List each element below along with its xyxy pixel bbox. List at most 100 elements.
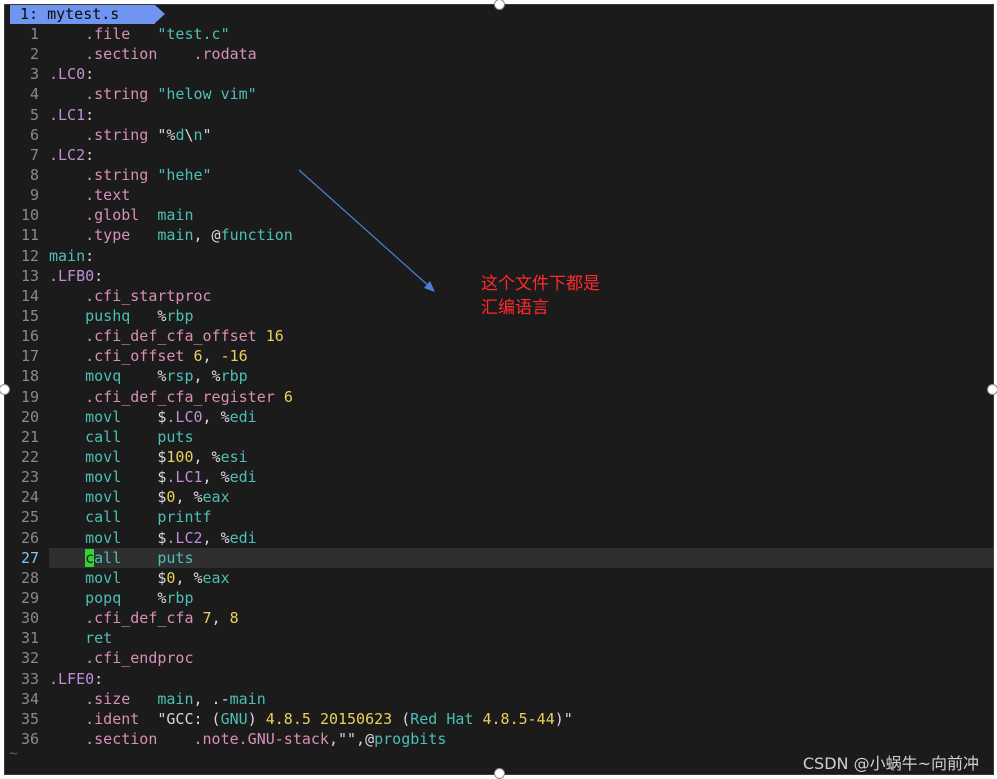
line-code: call printf [49, 507, 211, 527]
code-line-22[interactable]: 22 movl $100, %esi [5, 447, 993, 467]
code-line-3[interactable]: 3 .LC0: [5, 64, 993, 84]
code-line-24[interactable]: 24 movl $0, %eax [5, 487, 993, 507]
code-token: movl [85, 407, 122, 426]
code-line-25[interactable]: 25 call printf [5, 507, 993, 527]
code-token: .LFE0 [49, 669, 95, 688]
code-token: edi [229, 407, 257, 426]
code-token: esi [220, 447, 248, 466]
line-number: 18 [20, 367, 39, 386]
resize-handle-right[interactable] [987, 384, 997, 395]
line-number: 21 [20, 427, 39, 446]
line-number: 23 [20, 468, 39, 487]
code-token: 16 [265, 327, 284, 346]
code-token: , % [202, 407, 230, 426]
tab-mytest-s[interactable]: 1: mytest.s [10, 5, 165, 24]
code-line-16[interactable]: 16 .cfi_def_cfa_offset 16 [5, 326, 993, 346]
line-code: movl $100, %esi [49, 447, 248, 467]
code-line-29[interactable]: 29 popq %rbp [5, 588, 993, 608]
line-code: popq %rbp [49, 588, 193, 608]
line-number: 11 [20, 226, 39, 245]
code-line-30[interactable]: 30 .cfi_def_cfa 7, 8 [5, 608, 993, 628]
code-line-18[interactable]: 18 movq %rsp, %rbp [5, 366, 993, 386]
code-token: movl [85, 447, 122, 466]
editor-buffer[interactable]: 1 .file "test.c" 2 .section .rodata 3 .LC0:… [5, 24, 993, 749]
code-line-7[interactable]: 7 .LC2: [5, 145, 993, 165]
code-line-8[interactable]: 8 .string "hehe" [5, 165, 993, 185]
code-token: eax [202, 488, 230, 507]
code-token: movq [85, 367, 122, 386]
code-token: movl [85, 468, 122, 487]
code-token: "helow vim" [157, 85, 257, 104]
line-number: 6 [29, 125, 39, 144]
code-line-33[interactable]: 33 .LFE0: [5, 669, 993, 689]
code-line-35[interactable]: 35 .ident "GCC: (GNU) 4.8.5 20150623 (Re… [5, 709, 993, 729]
resize-handle-bottom[interactable] [494, 768, 505, 779]
code-token: all [94, 548, 122, 567]
line-number: 19 [20, 387, 39, 406]
line-code: .string "hehe" [49, 165, 211, 185]
code-token: main [49, 246, 86, 265]
line-code: .text [49, 185, 130, 205]
code-token: " [202, 125, 212, 144]
line-number: 4 [29, 85, 39, 104]
code-line-6[interactable]: 6 .string "%d\n" [5, 125, 993, 145]
code-token: : [94, 266, 104, 285]
line-code: .string "%d\n" [49, 125, 212, 145]
code-line-36[interactable]: 36 .section .note.GNU-stack,"",@progbits [5, 729, 993, 749]
code-line-10[interactable]: 10 .globl main [5, 205, 993, 225]
code-line-20[interactable]: 20 movl $.LC0, %edi [5, 407, 993, 427]
code-line-28[interactable]: 28 movl $0, %eax [5, 568, 993, 588]
code-line-2[interactable]: 2 .section .rodata [5, 44, 993, 64]
code-token: progbits [374, 729, 447, 748]
code-line-1[interactable]: 1 .file "test.c" [5, 24, 993, 44]
line-number: 26 [20, 528, 39, 547]
code-line-31[interactable]: 31 ret [5, 628, 993, 648]
annotation-arrow-line [298, 169, 432, 289]
code-line-11[interactable]: 11 .type main, @function [5, 225, 993, 245]
code-line-5[interactable]: 5 .LC1: [5, 105, 993, 125]
code-token: % [130, 306, 167, 325]
line-number: 22 [20, 447, 39, 466]
code-line-23[interactable]: 23 movl $.LC1, %edi [5, 467, 993, 487]
code-token: .section [85, 45, 158, 64]
code-token: , @ [193, 226, 221, 245]
line-number: 5 [29, 105, 39, 124]
code-token: call [85, 508, 122, 527]
code-line-32[interactable]: 32 .cfi_endproc [5, 648, 993, 668]
code-line-4[interactable]: 4 .string "helow vim" [5, 84, 993, 104]
code-line-9[interactable]: 9 .text [5, 185, 993, 205]
code-line-17[interactable]: 17 .cfi_offset 6, -16 [5, 346, 993, 366]
line-number: 31 [20, 629, 39, 648]
code-token: "% [148, 125, 176, 144]
code-token: .cfi_endproc [85, 649, 194, 668]
code-token: : [85, 105, 95, 124]
code-token: 4.8.5 [265, 709, 311, 728]
line-code: call puts [49, 427, 193, 447]
code-line-27[interactable]: 27 call puts [5, 547, 993, 568]
code-token: , % [193, 367, 221, 386]
code-token: % [121, 367, 167, 386]
code-token: : [85, 246, 95, 265]
code-token: 100 [166, 447, 194, 466]
line-code: .file "test.c" [49, 24, 230, 44]
code-line-26[interactable]: 26 movl $.LC2, %edi [5, 528, 993, 548]
code-token: popq [85, 588, 122, 607]
line-code: call puts [49, 548, 194, 568]
code-line-21[interactable]: 21 call puts [5, 427, 993, 447]
code-token: $ [121, 528, 167, 547]
code-line-19[interactable]: 19 .cfi_def_cfa_register 6 [5, 387, 993, 407]
code-token: .LC2 [49, 145, 86, 164]
code-token: $ [121, 407, 167, 426]
code-line-34[interactable]: 34 .size main, .-main [5, 689, 993, 709]
line-number: 30 [20, 609, 39, 628]
code-line-12[interactable]: 12 main: [5, 246, 993, 266]
code-token: , [202, 347, 221, 366]
